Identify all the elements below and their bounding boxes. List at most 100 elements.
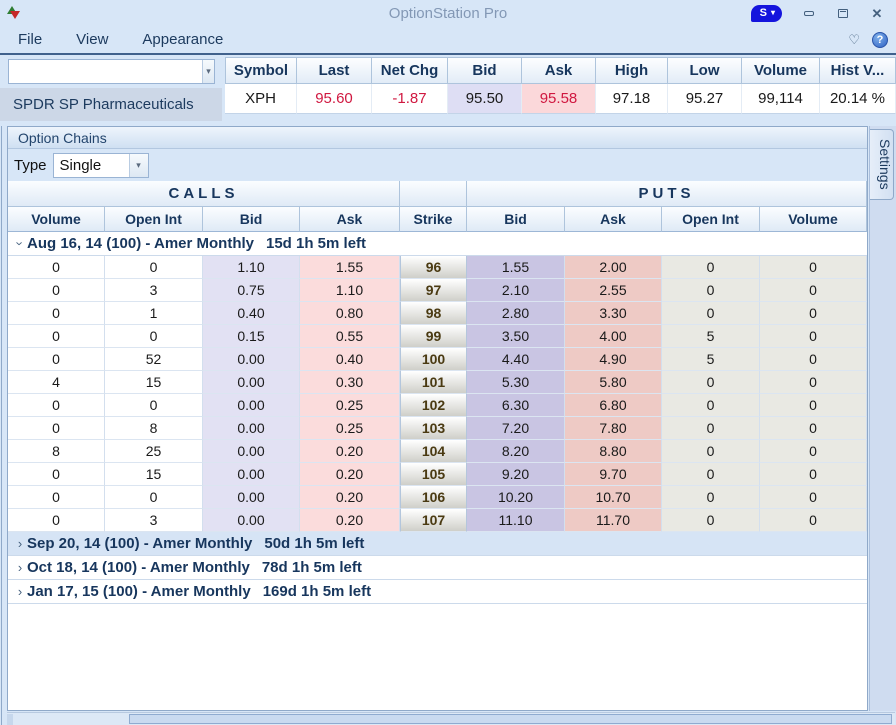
put-volume-cell[interactable]: 0: [760, 486, 867, 509]
put-bid-cell[interactable]: 4.40: [467, 348, 565, 371]
call-volume-cell[interactable]: 4: [8, 371, 105, 394]
put-bid-cell[interactable]: 2.80: [467, 302, 565, 325]
put-volume-cell[interactable]: 0: [760, 371, 867, 394]
put-openint-cell[interactable]: 0: [662, 509, 760, 532]
put-bid-cell[interactable]: 8.20: [467, 440, 565, 463]
chain-col-header[interactable]: Open Int: [105, 207, 203, 232]
help-icon[interactable]: ?: [872, 32, 888, 48]
call-openint-cell[interactable]: 0: [105, 486, 203, 509]
call-openint-cell[interactable]: 25: [105, 440, 203, 463]
call-bid-cell[interactable]: 0.15: [203, 325, 300, 348]
chain-col-header[interactable]: Bid: [467, 207, 565, 232]
call-bid-cell[interactable]: 0.00: [203, 394, 300, 417]
call-ask-cell[interactable]: 0.55: [300, 325, 400, 348]
chain-col-header[interactable]: Open Int: [662, 207, 760, 232]
put-openint-cell[interactable]: 0: [662, 440, 760, 463]
put-volume-cell[interactable]: 0: [760, 417, 867, 440]
chain-col-header[interactable]: Volume: [760, 207, 867, 232]
call-bid-cell[interactable]: 0.40: [203, 302, 300, 325]
call-bid-cell[interactable]: 0.00: [203, 463, 300, 486]
call-ask-cell[interactable]: 0.30: [300, 371, 400, 394]
put-openint-cell[interactable]: 0: [662, 371, 760, 394]
quote-col-header[interactable]: Net Chg: [372, 57, 448, 84]
call-ask-cell[interactable]: 0.40: [300, 348, 400, 371]
type-combobox[interactable]: Single ▾: [53, 153, 149, 178]
type-dropdown-button[interactable]: ▾: [129, 154, 148, 177]
call-openint-cell[interactable]: 1: [105, 302, 203, 325]
call-ask-cell[interactable]: 0.20: [300, 440, 400, 463]
call-bid-cell[interactable]: 0.00: [203, 371, 300, 394]
put-bid-cell[interactable]: 2.10: [467, 279, 565, 302]
put-ask-cell[interactable]: 10.70: [565, 486, 662, 509]
put-ask-cell[interactable]: 4.90: [565, 348, 662, 371]
call-volume-cell[interactable]: 0: [8, 279, 105, 302]
strike-cell[interactable]: 96: [400, 256, 467, 279]
put-volume-cell[interactable]: 0: [760, 279, 867, 302]
call-volume-cell[interactable]: 0: [8, 302, 105, 325]
settings-tab[interactable]: Settings: [870, 129, 894, 200]
call-openint-cell[interactable]: 0: [105, 256, 203, 279]
call-bid-cell[interactable]: 0.00: [203, 440, 300, 463]
put-openint-cell[interactable]: 5: [662, 325, 760, 348]
expiration-row[interactable]: ›Jan 17, 15 (100) - Amer Monthly169d 1h …: [8, 580, 867, 604]
strike-cell[interactable]: 103: [400, 417, 467, 440]
put-ask-cell[interactable]: 11.70: [565, 509, 662, 532]
quote-col-header[interactable]: Hist V...: [820, 57, 896, 84]
call-volume-cell[interactable]: 0: [8, 417, 105, 440]
menu-view[interactable]: View: [76, 31, 108, 48]
expiration-row[interactable]: ›Oct 18, 14 (100) - Amer Monthly78d 1h 5…: [8, 556, 867, 580]
call-volume-cell[interactable]: 0: [8, 486, 105, 509]
put-ask-cell[interactable]: 3.30: [565, 302, 662, 325]
call-bid-cell[interactable]: 0.00: [203, 417, 300, 440]
call-ask-cell[interactable]: 1.55: [300, 256, 400, 279]
call-bid-cell[interactable]: 0.00: [203, 486, 300, 509]
strike-cell[interactable]: 101: [400, 371, 467, 394]
put-ask-cell[interactable]: 5.80: [565, 371, 662, 394]
quote-col-header[interactable]: Volume: [742, 57, 820, 84]
call-bid-cell[interactable]: 1.10: [203, 256, 300, 279]
restore-button[interactable]: [836, 7, 850, 19]
put-bid-cell[interactable]: 5.30: [467, 371, 565, 394]
strike-cell[interactable]: 99: [400, 325, 467, 348]
menu-appearance[interactable]: Appearance: [142, 31, 223, 48]
put-openint-cell[interactable]: 0: [662, 417, 760, 440]
call-volume-cell[interactable]: 0: [8, 463, 105, 486]
put-volume-cell[interactable]: 0: [760, 440, 867, 463]
symbol-combobox[interactable]: ▾: [8, 59, 215, 84]
put-volume-cell[interactable]: 0: [760, 463, 867, 486]
call-volume-cell[interactable]: 0: [8, 325, 105, 348]
call-openint-cell[interactable]: 3: [105, 509, 203, 532]
call-volume-cell[interactable]: 0: [8, 256, 105, 279]
call-ask-cell[interactable]: 0.25: [300, 394, 400, 417]
call-openint-cell[interactable]: 0: [105, 394, 203, 417]
strike-cell[interactable]: 107: [400, 509, 467, 532]
call-ask-cell[interactable]: 0.20: [300, 463, 400, 486]
call-bid-cell[interactable]: 0.75: [203, 279, 300, 302]
call-openint-cell[interactable]: 8: [105, 417, 203, 440]
put-volume-cell[interactable]: 0: [760, 325, 867, 348]
call-bid-cell[interactable]: 0.00: [203, 348, 300, 371]
quote-col-header[interactable]: Symbol: [225, 57, 297, 84]
call-volume-cell[interactable]: 0: [8, 509, 105, 532]
put-openint-cell[interactable]: 0: [662, 256, 760, 279]
put-openint-cell[interactable]: 0: [662, 486, 760, 509]
close-button[interactable]: ✕: [870, 7, 884, 19]
put-volume-cell[interactable]: 0: [760, 394, 867, 417]
put-bid-cell[interactable]: 1.55: [467, 256, 565, 279]
strike-cell[interactable]: 105: [400, 463, 467, 486]
strike-cell[interactable]: 97: [400, 279, 467, 302]
symbol-link-badge[interactable]: S ▾: [751, 5, 782, 22]
quote-col-header[interactable]: High: [596, 57, 668, 84]
put-openint-cell[interactable]: 0: [662, 279, 760, 302]
symbol-dropdown-button[interactable]: ▾: [202, 60, 214, 83]
put-bid-cell[interactable]: 6.30: [467, 394, 565, 417]
chain-col-header[interactable]: Ask: [300, 207, 400, 232]
horizontal-scrollbar[interactable]: [7, 712, 895, 725]
put-bid-cell[interactable]: 7.20: [467, 417, 565, 440]
call-ask-cell[interactable]: 0.20: [300, 509, 400, 532]
call-volume-cell[interactable]: 8: [8, 440, 105, 463]
call-bid-cell[interactable]: 0.00: [203, 509, 300, 532]
scrollbar-thumb[interactable]: [129, 714, 892, 724]
put-bid-cell[interactable]: 11.10: [467, 509, 565, 532]
put-ask-cell[interactable]: 6.80: [565, 394, 662, 417]
